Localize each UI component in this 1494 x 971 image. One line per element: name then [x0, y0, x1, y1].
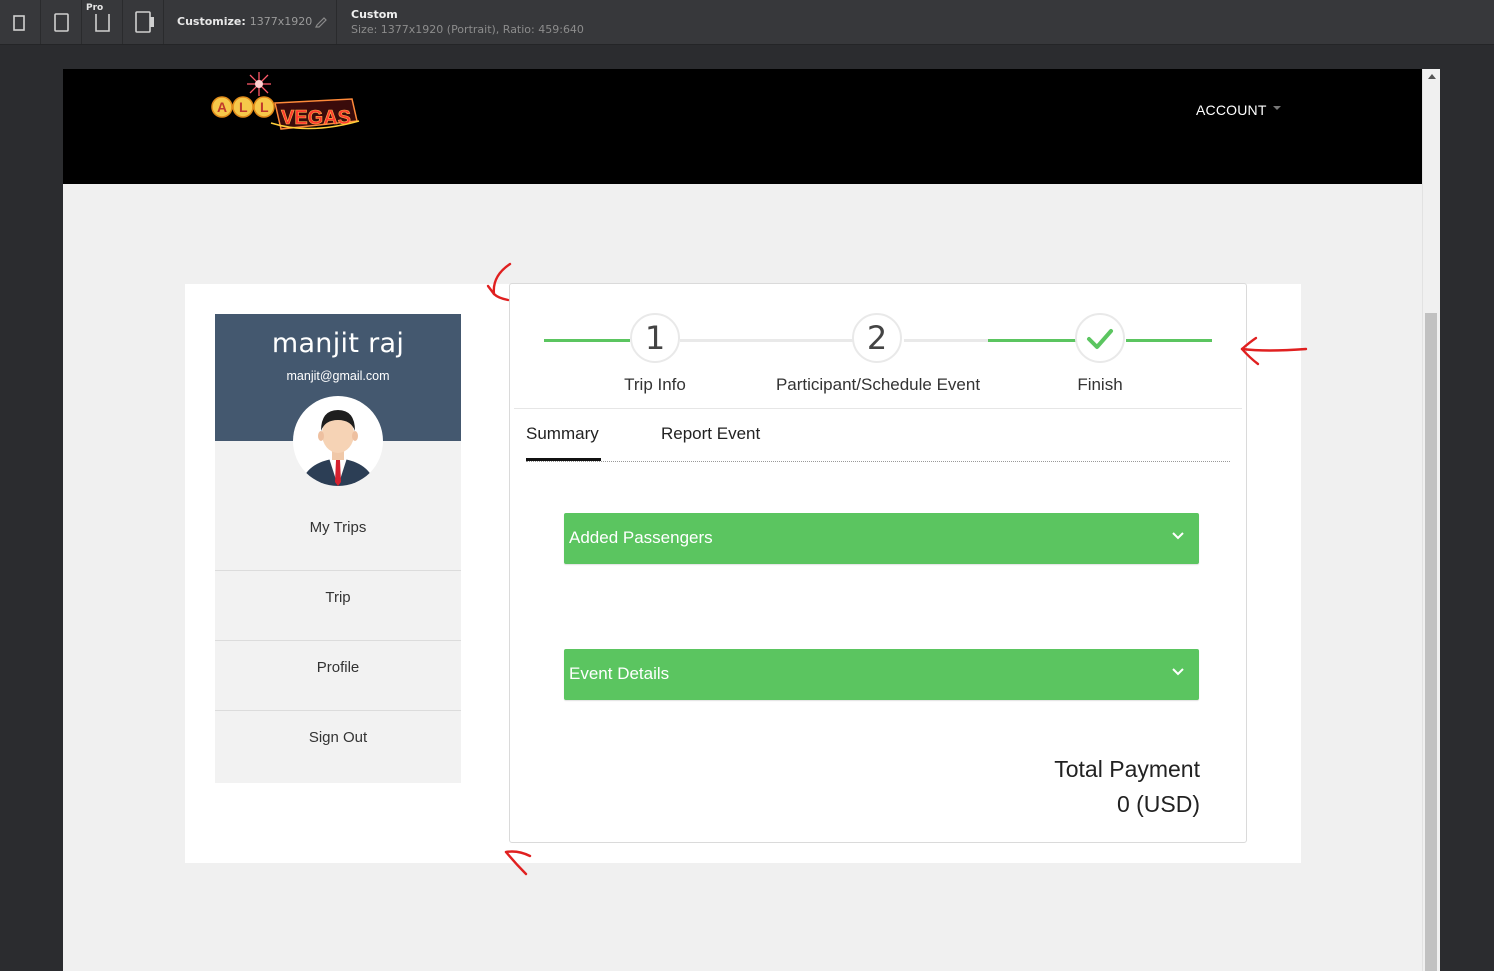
annotation-arrow-right [1240, 336, 1308, 366]
scroll-up-arrow-icon[interactable] [1428, 74, 1436, 79]
profile-email: manjit@gmail.com [286, 369, 390, 383]
toolbar-divider [336, 0, 337, 44]
customize-value: 1377x1920 [249, 15, 313, 28]
avatar [293, 396, 383, 486]
page-viewport: A L L VEGAS ACCOUNT manjit raj manjit@gm… [63, 69, 1440, 971]
step-3-circle[interactable] [1075, 313, 1125, 363]
site-logo[interactable]: A L L VEGAS [209, 69, 369, 149]
tab-summary[interactable]: Summary [526, 424, 599, 444]
profile-name: manjit raj [271, 328, 405, 359]
accordion-event-details[interactable]: Event Details [564, 649, 1199, 700]
svg-text:L: L [239, 99, 248, 115]
account-label: ACCOUNT [1196, 102, 1267, 118]
booking-card: 1 2 Trip Info Participant/Schedule Event… [509, 283, 1247, 843]
sidebar-nav: My Trips Trip Profile Sign Out [215, 501, 461, 781]
customize-size[interactable]: Customize: 1377x1920 [177, 15, 312, 28]
phone-portrait-icon [13, 15, 25, 31]
step-2-circle[interactable]: 2 [852, 313, 902, 363]
step-3-label: Finish [1077, 375, 1123, 394]
user-avatar-icon [301, 410, 375, 486]
accordion-added-passengers[interactable]: Added Passengers [564, 513, 1199, 564]
total-payment-label: Total Payment [1054, 756, 1200, 782]
chevron-down-icon [1172, 532, 1184, 540]
pro-badge: Pro [86, 3, 104, 13]
tablet-icon [54, 13, 69, 32]
active-tab-indicator [526, 458, 601, 461]
content-panel: manjit raj manjit@gmail.com My Trips Tri… [185, 283, 1301, 863]
rotate-device-icon [135, 11, 154, 33]
annotation-arrow-bottom [504, 850, 532, 876]
total-payment-value: 0 (USD) [1116, 791, 1200, 817]
sidebar-item-profile[interactable]: Profile [215, 641, 461, 711]
account-menu[interactable]: ACCOUNT [1196, 102, 1281, 118]
tablet-button[interactable] [41, 0, 82, 44]
progress-line-2-3a [904, 339, 988, 342]
step-1-circle[interactable]: 1 [630, 313, 680, 363]
progress-line-end [1126, 339, 1212, 342]
tabs-baseline [526, 461, 1230, 462]
device-preset-size: Size: 1377x1920 (Portrait), Ratio: 459:6… [351, 23, 584, 36]
phone-portrait-button[interactable] [0, 0, 41, 44]
chevron-down-icon [1172, 668, 1184, 676]
card-divider [514, 408, 1242, 409]
caret-down-icon [1272, 106, 1281, 111]
svg-text:A: A [217, 99, 227, 115]
sidebar-item-sign-out[interactable]: Sign Out [215, 711, 461, 781]
device-preset-title: Custom [351, 8, 398, 21]
accordion-label: Added Passengers [569, 528, 713, 547]
sidebar-item-my-trips[interactable]: My Trips [215, 501, 461, 571]
step-1-label: Trip Info [624, 375, 686, 394]
page-scrollbar[interactable] [1422, 69, 1440, 971]
annotation-arrow-top-left [486, 262, 512, 302]
profile-sidebar: manjit raj manjit@gmail.com My Trips Tri… [215, 314, 461, 783]
accordion-label: Event Details [569, 664, 670, 683]
devtools-toolbar: Pro Customize: 1377x1920 Custom Size: 137… [0, 0, 1494, 45]
checkmark-icon [1087, 329, 1113, 349]
pencil-icon[interactable] [314, 14, 328, 28]
progress-line-1-2 [680, 339, 854, 342]
tab-report-event[interactable]: Report Event [661, 424, 760, 444]
scroll-thumb[interactable] [1425, 313, 1437, 971]
customize-label: Customize: [177, 15, 246, 28]
svg-text:L: L [260, 99, 269, 115]
step-2-label: Participant/Schedule Event [775, 375, 981, 394]
progress-line-2-3b [988, 339, 1076, 342]
site-header: A L L VEGAS ACCOUNT [63, 69, 1423, 184]
sidebar-item-trip[interactable]: Trip [215, 571, 461, 641]
rotate-device-button[interactable] [123, 0, 164, 44]
progress-line-start [544, 339, 630, 342]
